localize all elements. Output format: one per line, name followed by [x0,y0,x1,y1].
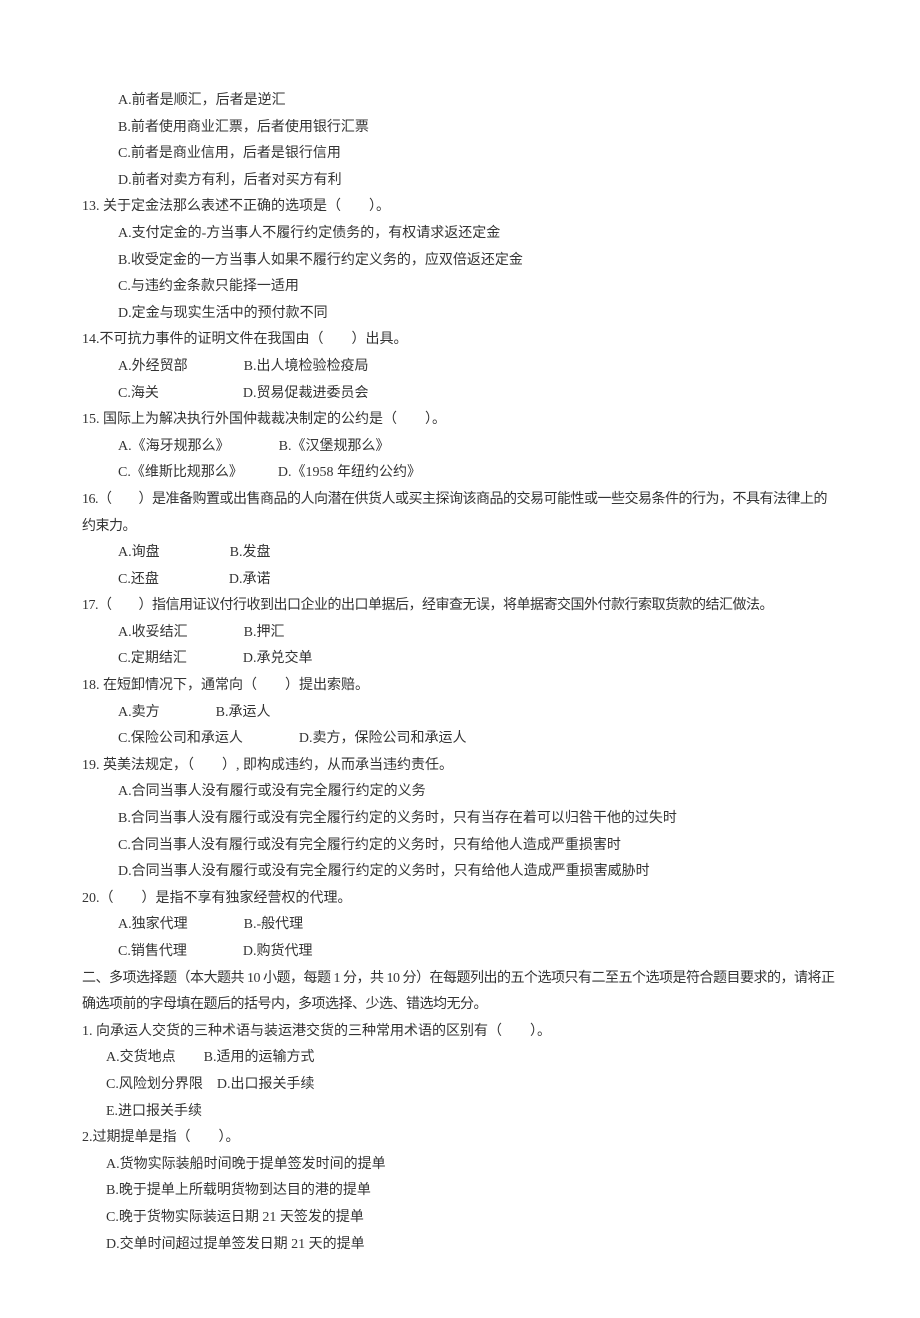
q16-opts-row2: C.还盘 D.承诺 [82,567,838,594]
m1-opts-row1: A.交货地点 B.适用的运输方式 [82,1045,838,1072]
q12-opt-a: A.前者是顺汇，后者是逆汇 [82,88,838,115]
q12-opt-d: D.前者对卖方有利，后者对买方有利 [82,168,838,195]
m2-opt-c: C.晚于货物实际装运日期 21 天签发的提单 [82,1205,838,1232]
m2-opt-a: A.货物实际装船时间晚于提单签发时间的提单 [82,1152,838,1179]
q14-opts-row1: A.外经贸部 B.出人境检验检疫局 [82,354,838,381]
section2-header: 二、多项选择题（本大题共 10 小题，每题 1 分，共 10 分）在每题列出的五… [82,966,838,1019]
q13-opt-c: C.与违约金条款只能择一适用 [82,274,838,301]
q12-opt-b: B.前者使用商业汇票，后者使用银行汇票 [82,115,838,142]
q13-stem: 13. 关于定金法那么表述不正确的选项是（ ）。 [82,194,838,221]
q19-opt-b: B.合同当事人没有履行或没有完全履行约定的义务时，只有当存在着可以归咎干他的过失… [82,806,838,833]
m2-opt-d: D.交单时间超过提单签发日期 21 天的提单 [82,1232,838,1259]
q18-opts-row2: C.保险公司和承运人 D.卖方，保险公司和承运人 [82,726,838,753]
q15-stem: 15. 国际上为解决执行外国仲裁裁决制定的公约是（ ）。 [82,407,838,434]
q15-opts-row2: C.《维斯比规那么》 D.《1958 年纽约公约》 [82,460,838,487]
m2-opt-b: B.晚于提单上所载明货物到达目的港的提单 [82,1178,838,1205]
q13-opt-a: A.支付定金的-方当事人不履行约定债务的，有权请求返还定金 [82,221,838,248]
q16-opts-row1: A.询盘 B.发盘 [82,540,838,567]
q14-stem: 14.不可抗力事件的证明文件在我国由（ ）出具。 [82,327,838,354]
q15-opts-row1: A.《海牙规那么》 B.《汉堡规那么》 [82,434,838,461]
q18-opts-row1: A.卖方 B.承运人 [82,700,838,727]
q19-opt-a: A.合同当事人没有履行或没有完全履行约定的义务 [82,779,838,806]
q17-stem: 17.（ ）指信用证议付行收到出口企业的出口单据后，经审查无误，将单据寄交国外付… [82,593,838,620]
q13-opt-b: B.收受定金的一方当事人如果不履行约定义务的，应双倍返还定金 [82,248,838,275]
q19-opt-d: D.合同当事人没有履行或没有完全履行约定的义务时，只有给他人造成严重损害威胁时 [82,859,838,886]
q20-opts-row2: C.销售代理 D.购货代理 [82,939,838,966]
m1-opts-row2: C.风险划分界限 D.出口报关手续 [82,1072,838,1099]
m2-stem: 2.过期提单是指（ ）。 [82,1125,838,1152]
q20-opts-row1: A.独家代理 B.-般代理 [82,912,838,939]
q14-opts-row2: C.海关 D.贸易促裁进委员会 [82,381,838,408]
q13-opt-d: D.定金与现实生活中的预付款不同 [82,301,838,328]
q16-stem: 16.（ ）是准备购置或出售商品的人向潜在供货人或买主探询该商品的交易可能性或一… [82,487,838,540]
q12-opt-c: C.前者是商业信用，后者是银行信用 [82,141,838,168]
m1-stem: 1. 向承运人交货的三种术语与装运港交货的三种常用术语的区别有（ ）。 [82,1019,838,1046]
q18-stem: 18. 在短卸情况下，通常向（ ）提出索赔。 [82,673,838,700]
q17-opts-row2: C.定期结汇 D.承兑交单 [82,646,838,673]
m1-opts-row3: E.进口报关手续 [82,1099,838,1126]
q20-stem: 20.（ ）是指不享有独家经营权的代理。 [82,886,838,913]
q17-opts-row1: A.收妥结汇 B.押汇 [82,620,838,647]
q19-stem: 19. 英美法规定，（ ）, 即构成违约，从而承当违约责任。 [82,753,838,780]
q19-opt-c: C.合同当事人没有履行或没有完全履行约定的义务时，只有给他人造成严重损害时 [82,833,838,860]
